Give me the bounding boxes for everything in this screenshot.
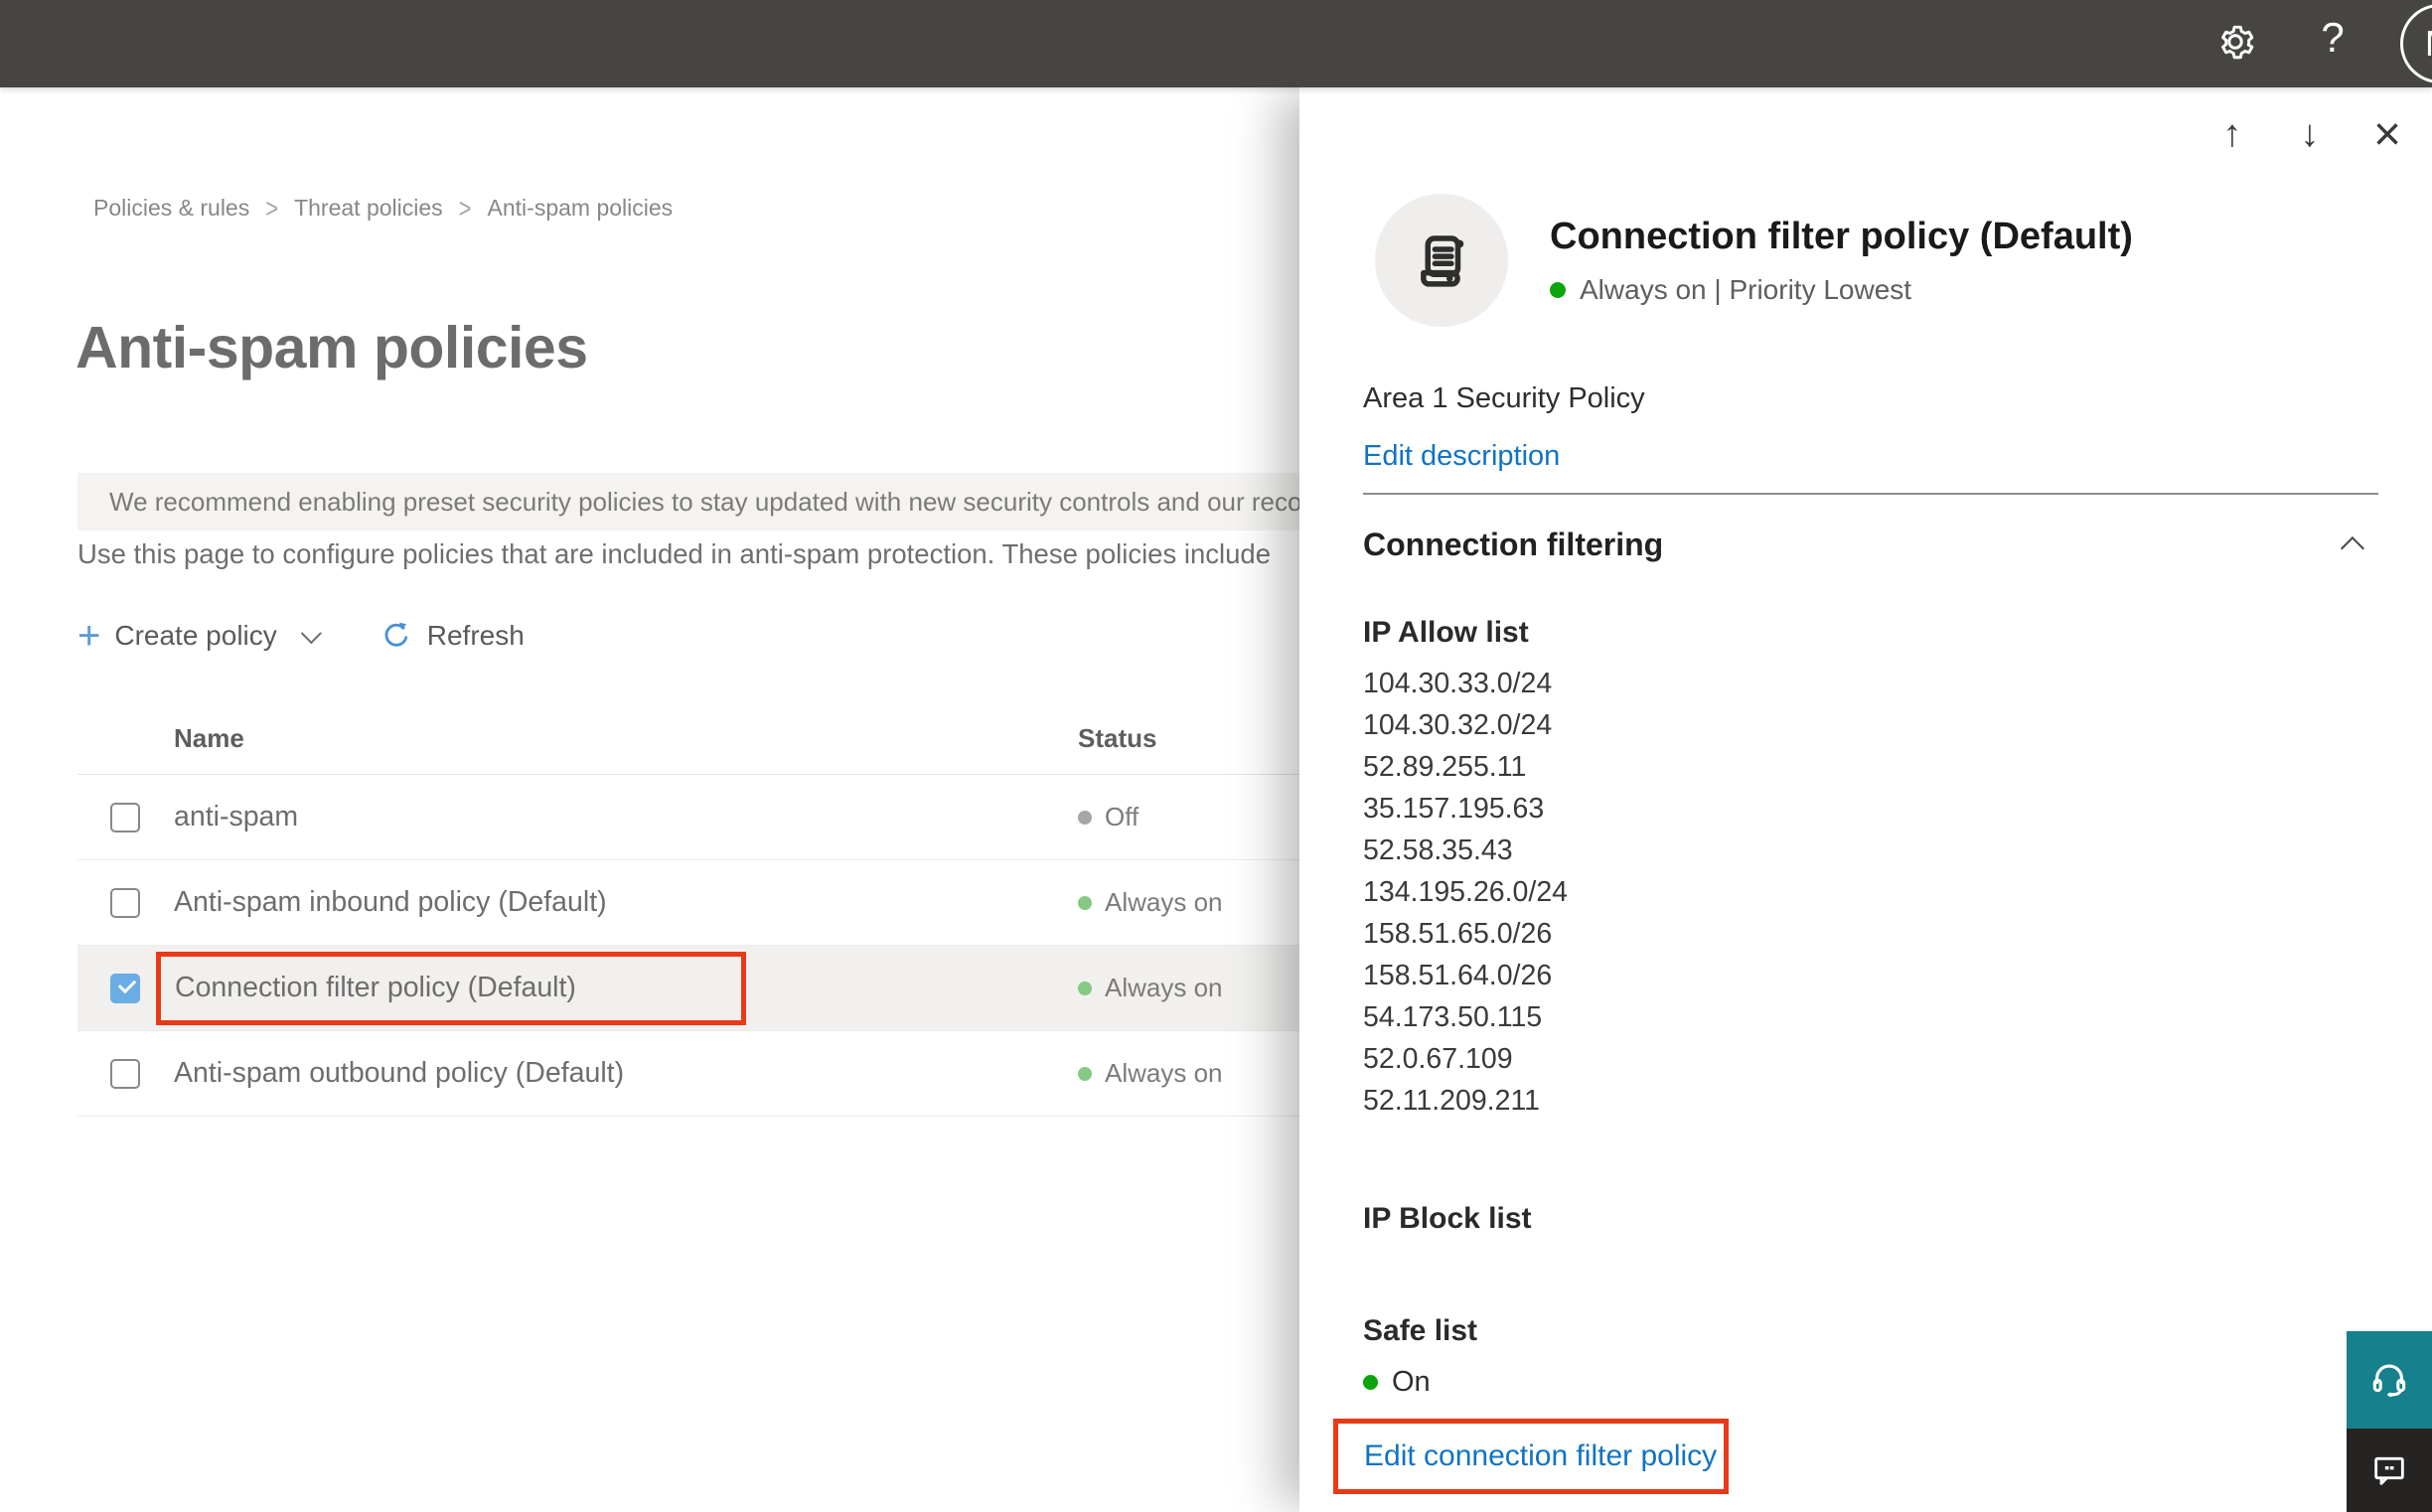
feedback-button[interactable]	[2347, 1429, 2432, 1512]
create-policy-label: Create policy	[114, 620, 277, 651]
account-avatar[interactable]: M	[2400, 4, 2432, 83]
status-label: Always on	[1105, 1058, 1223, 1088]
section-divider	[1363, 493, 2378, 495]
recommendation-banner: We recommend enabling preset security po…	[77, 473, 1301, 530]
row-checkbox[interactable]	[110, 1058, 140, 1089]
ip-allow-entry: 52.89.255.11	[1363, 751, 1527, 783]
create-policy-button[interactable]: + Create policy	[77, 614, 322, 658]
top-app-bar: ? M	[0, 0, 2432, 87]
toolbar: + Create policy Refresh	[77, 610, 525, 662]
status-dot-on	[1078, 1066, 1092, 1081]
details-panel: ↑ ↓ × Connection filter policy (Default)…	[1299, 87, 2432, 1512]
ip-block-list-label: IP Block list	[1363, 1202, 1532, 1235]
page-description: Use this page to configure policies that…	[77, 538, 1272, 569]
policy-name-cell[interactable]: Connection filter policy (Default)	[156, 951, 1078, 1025]
policy-description: Area 1 Security Policy	[1363, 382, 1645, 414]
ip-allow-list-label: IP Allow list	[1363, 616, 1529, 649]
ip-allow-entry: 158.51.64.0/26	[1363, 960, 1553, 991]
breadcrumb-policies-rules[interactable]: Policies & rules	[93, 195, 249, 222]
status-cell: Always on	[1078, 973, 1301, 1003]
panel-body: Area 1 Security Policy Edit description …	[1333, 87, 2378, 1512]
chevron-up-icon[interactable]	[2340, 536, 2364, 561]
selection-highlight-box: Connection filter policy (Default)	[156, 951, 746, 1025]
section-title: Connection filtering	[1363, 527, 1664, 562]
chevron-down-icon	[300, 622, 322, 644]
column-header-name[interactable]: Name	[174, 723, 1078, 754]
plus-icon: +	[77, 614, 101, 658]
status-dot-on	[1078, 981, 1092, 995]
gear-icon	[2221, 25, 2254, 60]
status-label: Always on	[1105, 973, 1223, 1002]
support-button[interactable]	[2347, 1331, 2432, 1429]
status-cell: Always on	[1078, 1058, 1301, 1089]
breadcrumb: Policies & rules > Threat policies > Ant…	[93, 192, 674, 224]
refresh-icon	[384, 622, 407, 647]
ip-allow-entry: 104.30.32.0/24	[1363, 709, 1553, 741]
ip-allow-entry: 52.11.209.211	[1363, 1085, 1541, 1117]
headset-icon	[2372, 1364, 2406, 1397]
help-icon[interactable]: ?	[2309, 14, 2356, 62]
refresh-button[interactable]: Refresh	[380, 619, 525, 653]
ip-allow-entry: 52.0.67.109	[1363, 1043, 1513, 1075]
table-row[interactable]: Anti-spam outbound policy (Default) Alwa…	[77, 1031, 1301, 1117]
row-checkbox[interactable]	[110, 802, 140, 832]
ip-allow-entry: 35.157.195.63	[1363, 793, 1545, 825]
table-row[interactable]: Anti-spam inbound policy (Default) Alway…	[77, 860, 1301, 946]
status-dot-on	[1078, 895, 1092, 910]
status-cell: Off	[1078, 802, 1301, 832]
status-dot-off	[1078, 810, 1092, 825]
safe-list-status: On	[1363, 1366, 1431, 1399]
banner-text: We recommend enabling preset security po…	[109, 486, 1301, 517]
policy-name[interactable]: Connection filter policy (Default)	[175, 972, 576, 1004]
app-window: ? M Policies & rules > Threat policies >…	[0, 0, 2432, 1512]
table-header: Name Status	[77, 703, 1301, 775]
feedback-chat-icon	[2374, 1456, 2404, 1485]
row-checkbox-checked[interactable]	[110, 973, 140, 1003]
breadcrumb-threat-policies[interactable]: Threat policies	[294, 195, 443, 222]
refresh-label: Refresh	[426, 620, 525, 651]
table-row[interactable]: anti-spam Off	[77, 775, 1301, 860]
breadcrumb-anti-spam-policies[interactable]: Anti-spam policies	[488, 195, 674, 222]
status-label: Off	[1105, 802, 1140, 832]
connection-filtering-section-header[interactable]: Connection filtering	[1363, 527, 2378, 563]
row-checkbox[interactable]	[110, 887, 140, 918]
edit-description-link[interactable]: Edit description	[1363, 440, 1560, 473]
ip-allow-entry: 52.58.35.43	[1363, 834, 1513, 866]
ip-allow-entry: 158.51.65.0/26	[1363, 918, 1553, 950]
breadcrumb-separator: >	[458, 192, 472, 224]
edit-connection-filter-policy-link[interactable]: Edit connection filter policy	[1364, 1439, 1717, 1473]
policy-name[interactable]: Anti-spam inbound policy (Default)	[174, 886, 1078, 919]
column-header-status[interactable]: Status	[1078, 723, 1301, 754]
selection-highlight-box: Edit connection filter policy	[1333, 1419, 1729, 1494]
status-cell: Always on	[1078, 887, 1301, 918]
safe-list-label: Safe list	[1363, 1314, 1478, 1347]
policies-table: Name Status anti-spam Off Anti-spam inbo…	[77, 703, 1301, 1117]
safe-list-value: On	[1392, 1366, 1431, 1398]
ip-allow-entry: 134.195.26.0/24	[1363, 876, 1569, 908]
status-dot-on	[1363, 1375, 1378, 1390]
policy-name[interactable]: anti-spam	[174, 801, 1078, 833]
ip-allow-entry: 54.173.50.115	[1363, 1001, 1543, 1033]
policy-name[interactable]: Anti-spam outbound policy (Default)	[174, 1057, 1078, 1090]
page-title: Anti-spam policies	[76, 315, 588, 380]
settings-gear-icon[interactable]	[2211, 18, 2259, 66]
table-row-selected[interactable]: Connection filter policy (Default) Alway…	[77, 946, 1301, 1031]
breadcrumb-separator: >	[265, 192, 279, 224]
status-label: Always on	[1105, 887, 1223, 917]
ip-allow-entry: 104.30.33.0/24	[1363, 668, 1553, 699]
